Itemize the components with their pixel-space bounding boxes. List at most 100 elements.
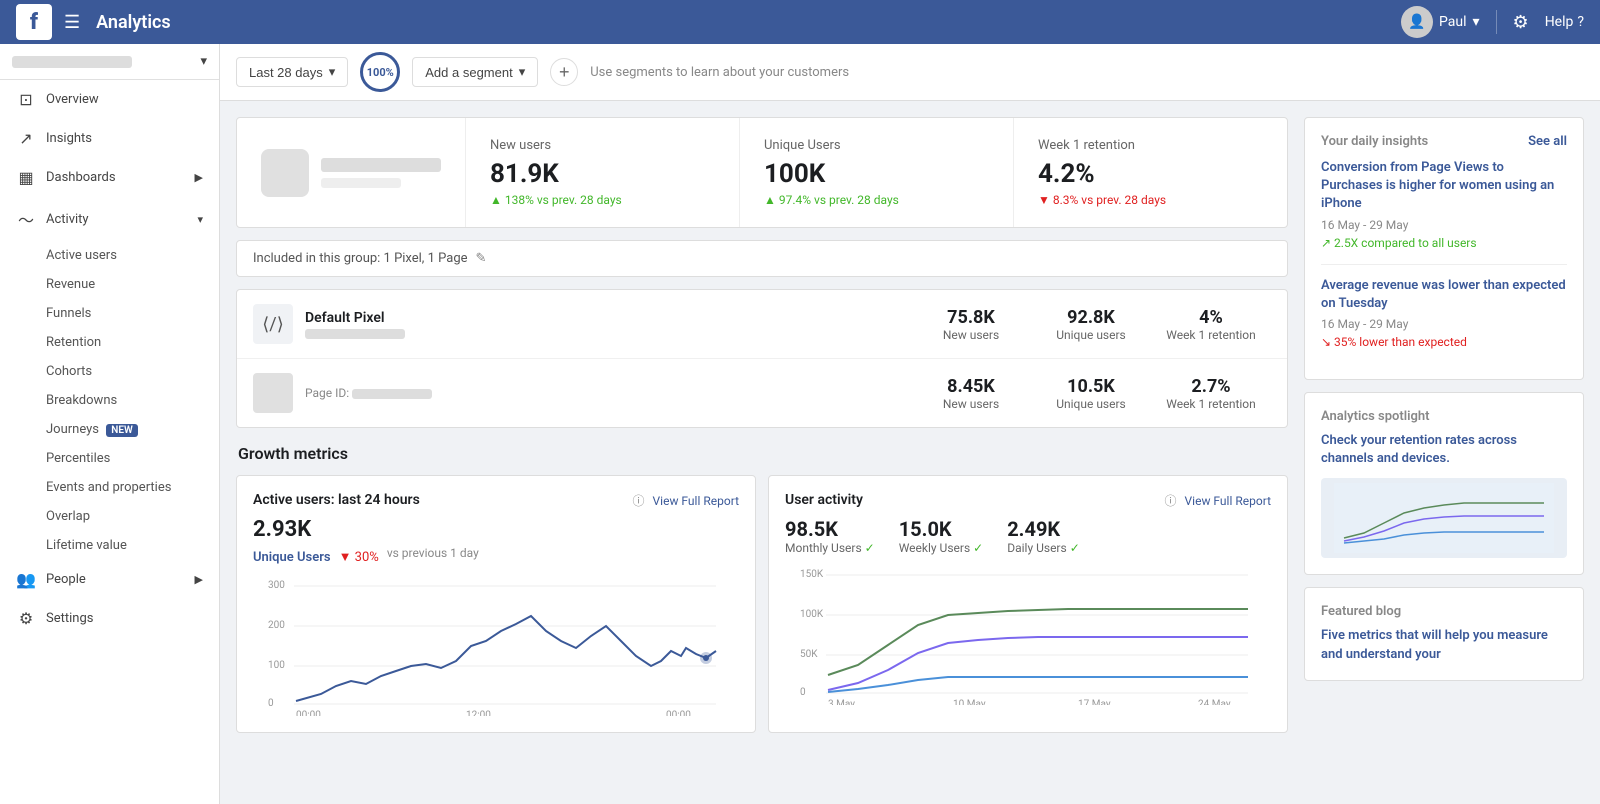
sidebar-item-lifetime[interactable]: Lifetime value xyxy=(0,531,219,560)
sidebar-label-percentiles: Percentiles xyxy=(46,451,110,466)
active-users-chart-svg: 300 200 100 0 xyxy=(253,576,739,716)
pixel-new-users-label: New users xyxy=(911,328,1031,342)
active-users-change: ▼ 30% xyxy=(339,549,379,565)
blog-card: Featured blog Five metrics that will hel… xyxy=(1304,587,1584,680)
blog-title: Featured blog xyxy=(1321,604,1567,619)
page-new-users-value: 8.45K xyxy=(911,376,1031,397)
user-activity-info-icon[interactable]: ⓘ xyxy=(1165,492,1177,509)
stats-header: New users 81.9K ▲ 138% vs prev. 28 days … xyxy=(236,117,1288,228)
toolbar: Last 28 days ▾ 100% Add a segment ▾ + Us… xyxy=(220,44,1600,101)
activity-arrow-icon: ▾ xyxy=(197,213,203,226)
app-selector[interactable]: ▾ xyxy=(0,44,219,80)
user-info[interactable]: 👤 Paul ▾ xyxy=(1401,6,1480,38)
sidebar-item-revenue[interactable]: Revenue xyxy=(0,270,219,299)
segment-button[interactable]: Add a segment ▾ xyxy=(412,57,538,87)
page-thumbnail xyxy=(253,373,293,413)
sidebar-item-activity[interactable]: 〜 Activity ▾ xyxy=(0,197,219,241)
content-area: New users 81.9K ▲ 138% vs prev. 28 days … xyxy=(220,101,1600,804)
hamburger-icon[interactable]: ☰ xyxy=(64,12,80,33)
dashboards-icon: ▦ xyxy=(16,168,36,187)
svg-text:12:00: 12:00 xyxy=(466,710,491,716)
help-button[interactable]: Help ? xyxy=(1545,14,1584,30)
gear-icon[interactable]: ⚙ xyxy=(1513,12,1529,33)
sidebar-item-events[interactable]: Events and properties xyxy=(0,473,219,502)
blog-link[interactable]: Five metrics that will help you measure … xyxy=(1321,627,1567,663)
pixel-retention-value: 4% xyxy=(1151,307,1271,328)
group-info: Included in this group: 1 Pixel, 1 Page … xyxy=(236,240,1288,277)
page-stat-retention: 2.7% Week 1 retention xyxy=(1151,376,1271,411)
daily-metric: 2.49K Daily Users ✓ xyxy=(1007,517,1080,555)
sidebar-item-overview[interactable]: ⊡ Overview xyxy=(0,80,219,119)
page-id-value-blurred xyxy=(352,389,432,399)
progress-value: 100% xyxy=(367,66,394,79)
sidebar-item-journeys[interactable]: Journeys NEW xyxy=(0,415,219,444)
progress-indicator: 100% xyxy=(360,52,400,92)
see-all-button[interactable]: See all xyxy=(1528,134,1567,149)
spotlight-thumbnail xyxy=(1321,478,1567,558)
page-unique-users-value: 10.5K xyxy=(1031,376,1151,397)
charts-row: Active users: last 24 hours ⓘ View Full … xyxy=(236,475,1288,733)
sidebar-item-cohorts[interactable]: Cohorts xyxy=(0,357,219,386)
toolbar-hint: Use segments to learn about your custome… xyxy=(590,65,849,80)
weekly-value: 15.0K xyxy=(899,517,984,541)
help-icon: ? xyxy=(1577,14,1584,30)
svg-text:50K: 50K xyxy=(800,649,818,660)
user-activity-svg: 150K 100K 50K 0 xyxy=(785,565,1271,705)
svg-text:300: 300 xyxy=(268,580,285,591)
stat-unique-users: Unique Users 100K ▲ 97.4% vs prev. 28 da… xyxy=(740,118,1014,227)
insight-0-title[interactable]: Conversion from Page Views to Purchases … xyxy=(1321,159,1567,214)
sidebar-item-breakdowns[interactable]: Breakdowns xyxy=(0,386,219,415)
svg-text:100: 100 xyxy=(268,660,285,671)
spotlight-link[interactable]: Check your retention rates across channe… xyxy=(1321,432,1567,468)
svg-text:24 May: 24 May xyxy=(1198,699,1231,705)
spotlight-title: Analytics spotlight xyxy=(1321,409,1567,424)
date-range-chevron-icon: ▾ xyxy=(329,64,336,80)
insights-icon: ↗ xyxy=(16,129,36,148)
nav-divider xyxy=(1496,10,1497,34)
sidebar-item-settings[interactable]: ⚙ Settings xyxy=(0,599,219,638)
people-arrow-icon: ▶ xyxy=(195,573,203,586)
sidebar-item-active-users[interactable]: Active users xyxy=(0,241,219,270)
sidebar-item-people[interactable]: 👥 People ▶ xyxy=(0,560,219,599)
date-range-button[interactable]: Last 28 days ▾ xyxy=(236,57,348,87)
monthly-metric: 98.5K Monthly Users ✓ xyxy=(785,517,875,555)
monthly-label: Monthly Users ✓ xyxy=(785,541,875,555)
sidebar-item-insights[interactable]: ↗ Insights xyxy=(0,119,219,158)
app-name-blurred xyxy=(321,158,441,172)
new-users-value: 81.9K xyxy=(490,159,715,189)
sidebar-label-people: People xyxy=(46,572,86,587)
sidebar-label-insights: Insights xyxy=(46,131,92,146)
daily-insights-card: Your daily insights See all Conversion f… xyxy=(1304,117,1584,380)
page-row: Page ID: 8.45K New users 10.5K Unique us… xyxy=(237,359,1287,427)
chart-info-icon[interactable]: ⓘ xyxy=(633,492,645,509)
new-users-label: New users xyxy=(490,138,715,153)
edit-icon[interactable]: ✎ xyxy=(476,251,487,266)
add-segment-button[interactable]: + xyxy=(550,58,578,86)
unique-users-value: 100K xyxy=(764,159,989,189)
page-unique-users-label: Unique users xyxy=(1031,397,1151,411)
segment-chevron-icon: ▾ xyxy=(519,64,526,80)
svg-text:00:00: 00:00 xyxy=(666,710,691,716)
sidebar-item-percentiles[interactable]: Percentiles xyxy=(0,444,219,473)
sidebar-item-overlap[interactable]: Overlap xyxy=(0,502,219,531)
app-sub-blurred xyxy=(321,178,401,188)
insight-1-title[interactable]: Average revenue was lower than expected … xyxy=(1321,277,1567,313)
growth-metrics: Growth metrics Active users: last 24 hou… xyxy=(236,444,1288,733)
active-users-chart-card: Active users: last 24 hours ⓘ View Full … xyxy=(236,475,756,733)
main-content: Last 28 days ▾ 100% Add a segment ▾ + Us… xyxy=(220,44,1600,804)
svg-text:150K: 150K xyxy=(800,569,824,580)
svg-text:3 May: 3 May xyxy=(828,699,855,705)
sidebar-item-dashboards[interactable]: ▦ Dashboards ▶ xyxy=(0,158,219,197)
app-selector-chevron: ▾ xyxy=(200,54,207,69)
sidebar-item-retention[interactable]: Retention xyxy=(0,328,219,357)
app-title: Analytics xyxy=(96,12,1389,33)
monthly-value: 98.5K xyxy=(785,517,875,541)
sidebar-label-overlap: Overlap xyxy=(46,509,90,524)
sidebar-label-activity: Activity xyxy=(46,212,89,227)
sidebar-item-funnels[interactable]: Funnels xyxy=(0,299,219,328)
user-chevron-icon: ▾ xyxy=(1473,14,1480,30)
activity-icon: 〜 xyxy=(16,207,36,231)
sidebar: ▾ ⊡ Overview ↗ Insights ▦ Dashboards ▶ 〜… xyxy=(0,44,220,804)
active-users-view-full[interactable]: View Full Report xyxy=(653,494,739,508)
user-activity-view-full[interactable]: View Full Report xyxy=(1185,494,1271,508)
